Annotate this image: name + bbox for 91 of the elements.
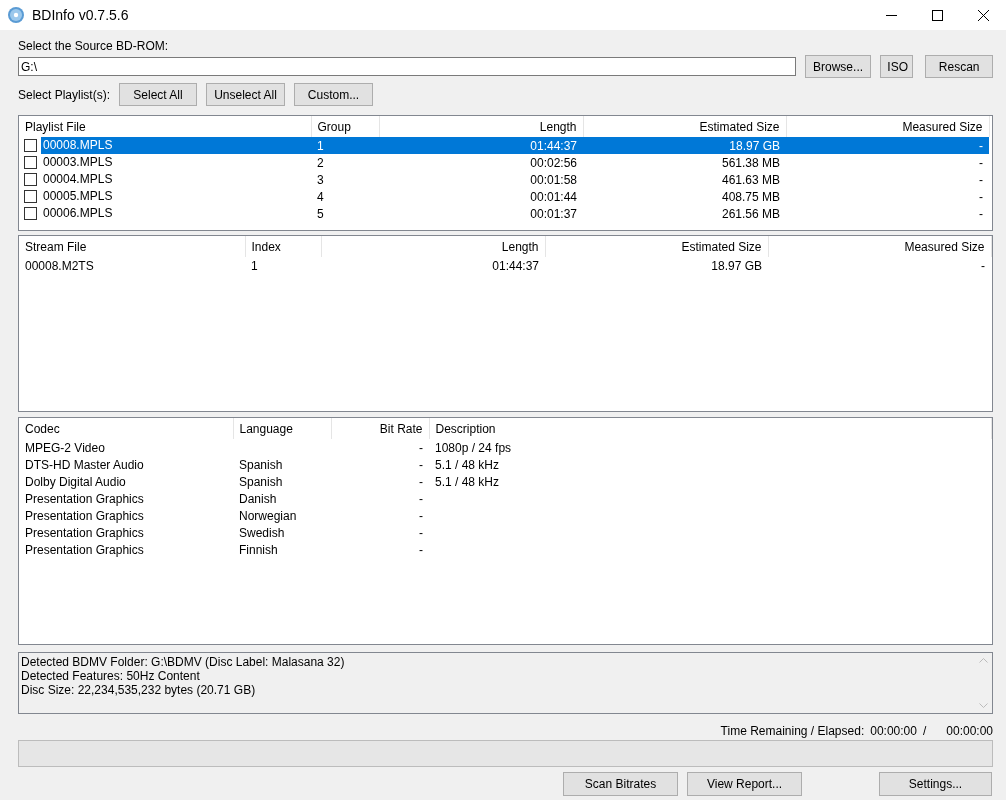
table-cell: 561.38 MB [583, 154, 786, 171]
column-header[interactable]: Description [429, 418, 991, 439]
column-header[interactable]: Stream File [19, 236, 245, 257]
table-cell-text: - [418, 490, 424, 507]
time-separator: / [922, 723, 927, 738]
table-cell-text: Dolby Digital Audio [24, 473, 127, 490]
table-cell-text: - [978, 188, 984, 205]
table-cell-text: - [418, 524, 424, 541]
table-cell: - [768, 257, 991, 274]
table-cell-text: 00:01:44 [529, 188, 578, 205]
playlist-file[interactable]: 00005.MPLS [41, 188, 311, 205]
time-elapsed: 00:00:00 [946, 723, 993, 738]
table-cell: 1 [245, 257, 321, 274]
button[interactable]: Rescan [925, 55, 993, 78]
table-cell: 1080p / 24 fps [429, 439, 991, 456]
button[interactable]: Select All [119, 83, 198, 106]
table-cell-text: 5 [316, 205, 325, 222]
table-cell-text: DTS-HD Master Audio [24, 456, 145, 473]
source-path-field[interactable]: G:\ [18, 57, 796, 76]
playlist-file[interactable]: 00008.MPLS [41, 137, 311, 154]
table-cell-text: 4 [316, 188, 325, 205]
time-remaining: 00:00:00 [870, 723, 917, 738]
log-line: Detected Features: 50Hz Content [21, 669, 201, 683]
column-header[interactable]: Length [321, 236, 545, 257]
column-header[interactable]: Measured Size [768, 236, 991, 257]
close-icon[interactable] [977, 9, 989, 21]
table-cell-text: Spanish [238, 456, 284, 473]
table-cell-text: Norwegian [238, 507, 298, 524]
button[interactable]: ISO [880, 55, 914, 78]
table-cell-text: - [418, 473, 424, 490]
table-cell-text: - [418, 456, 424, 473]
table-cell: 18.97 GB [583, 137, 786, 154]
table-cell-text: Finnish [238, 541, 279, 558]
table-cell-text: Presentation Graphics [24, 524, 145, 541]
column-header[interactable]: Index [245, 236, 321, 257]
table-cell: 1 [311, 137, 379, 154]
checkbox[interactable] [24, 156, 37, 169]
source-label: Select the Source BD-ROM: [18, 39, 170, 53]
disc-icon [7, 6, 25, 24]
maximize-icon[interactable] [931, 9, 943, 21]
checkbox[interactable] [24, 173, 37, 186]
table-cell: 00008.M2TS [19, 257, 245, 274]
table-cell-text: Spanish [238, 473, 284, 490]
button[interactable]: Custom... [294, 83, 374, 106]
button[interactable]: Unselect All [206, 83, 286, 106]
window-title: BDInfo v0.7.5.6 [32, 7, 129, 23]
column-header[interactable]: Codec [19, 418, 233, 439]
button[interactable]: View Report... [687, 772, 802, 796]
table-cell-text: Danish [238, 490, 278, 507]
table-cell: 01:44:37 [379, 137, 583, 154]
table-cell-text: Swedish [238, 524, 286, 541]
table-cell: 00:02:56 [379, 154, 583, 171]
table-cell-text: 3 [316, 171, 325, 188]
column-header[interactable]: Bit Rate [331, 418, 429, 439]
table-cell-text: 5.1 / 48 kHz [434, 456, 501, 473]
column-header[interactable]: Estimated Size [545, 236, 768, 257]
table-cell-text: - [978, 171, 984, 188]
button[interactable]: Browse... [804, 55, 872, 78]
checkbox[interactable] [24, 207, 37, 220]
table-cell-text: 461.63 MB [720, 171, 781, 188]
playlist-select-label: Select Playlist(s): [18, 87, 111, 102]
table-cell-text: - [978, 205, 984, 222]
minimize-icon[interactable] [885, 14, 897, 16]
table-cell-text: 5.1 / 48 kHz [434, 473, 501, 490]
table-cell-text: Presentation Graphics [24, 541, 145, 558]
table-cell-text: Presentation Graphics [24, 507, 145, 524]
table-cell-text: 00:01:58 [529, 171, 578, 188]
table-cell: - [786, 154, 989, 171]
log-line: Detected BDMV Folder: G:\BDMV (Disc Label: Malasana 32) [21, 655, 346, 669]
checkbox[interactable] [24, 190, 37, 203]
column-header[interactable]: Language [233, 418, 331, 439]
log-line: Disc Size: 22,234,535,232 bytes (20.71 GB) [21, 683, 257, 697]
table-cell: MPEG-2 Video [19, 439, 233, 456]
table-cell-text: 261.56 MB [720, 205, 781, 222]
playlist-file[interactable]: 00004.MPLS [41, 171, 311, 188]
button[interactable]: Scan Bitrates [563, 772, 678, 796]
table-cell-text: Presentation Graphics [24, 490, 145, 507]
checkbox[interactable] [24, 139, 37, 152]
table-cell: 01:44:37 [321, 257, 545, 274]
table-cell: - [331, 439, 429, 456]
table-cell: 2 [311, 154, 379, 171]
table-cell-text: - [418, 541, 424, 558]
table-cell: 18.97 GB [545, 257, 768, 274]
table-cell-text: - [418, 507, 424, 524]
playlist-file[interactable]: 00006.MPLS [41, 205, 311, 222]
table-cell: - [786, 137, 989, 154]
table-cell-text: 00:01:37 [529, 205, 578, 222]
table-cell-text: 408.75 MB [720, 188, 781, 205]
time-label: Time Remaining / Elapsed: [720, 723, 865, 738]
button[interactable]: Settings... [879, 772, 992, 796]
playlist-file[interactable]: 00003.MPLS [41, 154, 311, 171]
